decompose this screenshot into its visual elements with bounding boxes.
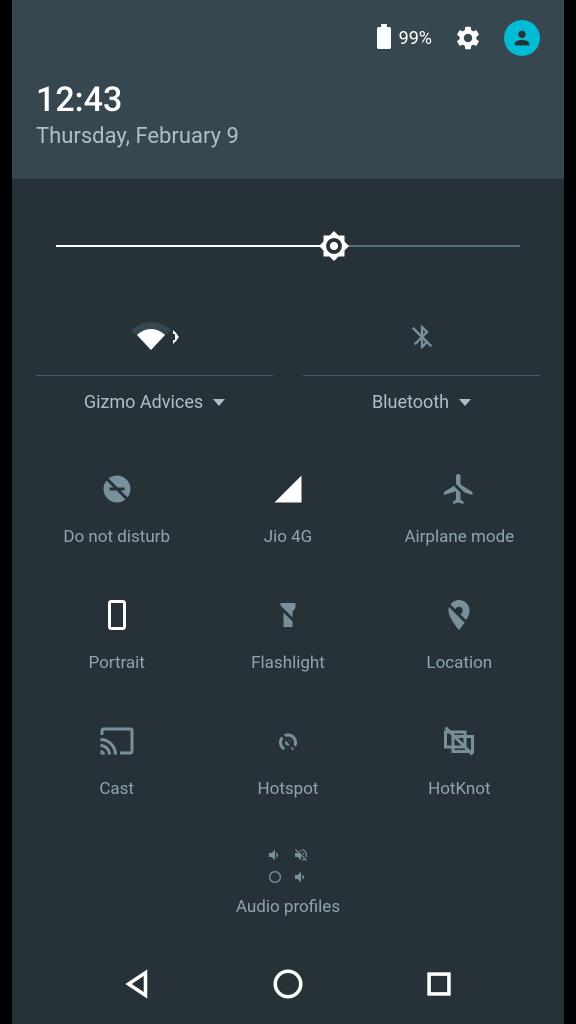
bluetooth-label-row[interactable]: Bluetooth bbox=[372, 392, 471, 413]
audio-profiles-tile[interactable]: Audio profiles bbox=[36, 847, 540, 917]
wifi-label-row[interactable]: Gizmo Advices bbox=[84, 392, 225, 413]
wide-tiles: Gizmo Advices Bluetooth bbox=[36, 317, 540, 413]
tile-grid: Do not disturb Jio 4G Airplane mode Port… bbox=[36, 469, 540, 799]
tile-label: Jio 4G bbox=[264, 527, 313, 547]
brightness-fill bbox=[56, 245, 334, 247]
flashlight-tile[interactable]: Flashlight bbox=[207, 595, 368, 673]
tile-label: Airplane mode bbox=[404, 527, 514, 547]
header: 99% 12:43 Thursday, February 9 bbox=[12, 0, 564, 179]
status-row: 99% bbox=[36, 20, 540, 56]
hotspot-tile[interactable]: Hotspot bbox=[207, 721, 368, 799]
hotspot-icon bbox=[270, 721, 306, 761]
bluetooth-tile[interactable]: Bluetooth bbox=[303, 317, 540, 413]
user-avatar-button[interactable] bbox=[504, 20, 540, 56]
audio-profiles-icon bbox=[267, 847, 309, 885]
home-button[interactable] bbox=[271, 967, 305, 1005]
location-tile[interactable]: Location bbox=[379, 595, 540, 673]
dnd-tile[interactable]: Do not disturb bbox=[36, 469, 197, 547]
settings-button[interactable] bbox=[454, 24, 482, 52]
tile-label: Flashlight bbox=[251, 653, 325, 673]
brightness-thumb-icon[interactable] bbox=[316, 228, 352, 264]
hotknot-tile[interactable]: HotKnot bbox=[379, 721, 540, 799]
recent-apps-button[interactable] bbox=[422, 967, 456, 1005]
signal-icon bbox=[270, 469, 306, 509]
cast-tile[interactable]: Cast bbox=[36, 721, 197, 799]
date[interactable]: Thursday, February 9 bbox=[36, 124, 540, 149]
wifi-tile[interactable]: Gizmo Advices bbox=[36, 317, 273, 413]
flashlight-icon bbox=[270, 595, 306, 635]
wifi-label: Gizmo Advices bbox=[84, 392, 203, 413]
hotknot-icon bbox=[441, 721, 477, 761]
tile-label: Hotspot bbox=[258, 779, 319, 799]
quick-settings-content: Gizmo Advices Bluetooth Do bbox=[12, 179, 564, 917]
brightness-slider[interactable] bbox=[56, 231, 520, 261]
portrait-icon bbox=[99, 595, 135, 635]
bluetooth-label: Bluetooth bbox=[372, 392, 449, 413]
tile-label: Portrait bbox=[88, 653, 144, 673]
chevron-down-icon bbox=[213, 399, 225, 406]
airplane-icon bbox=[441, 469, 477, 509]
tile-label: HotKnot bbox=[428, 779, 491, 799]
location-icon bbox=[441, 595, 477, 635]
back-button[interactable] bbox=[120, 967, 154, 1005]
clock[interactable]: 12:43 bbox=[36, 80, 540, 120]
chevron-down-icon bbox=[459, 399, 471, 406]
divider bbox=[303, 375, 540, 376]
tile-label: Cast bbox=[99, 779, 134, 799]
cellular-tile[interactable]: Jio 4G bbox=[207, 469, 368, 547]
wifi-icon bbox=[131, 317, 179, 357]
dnd-icon bbox=[99, 469, 135, 509]
tile-label: Audio profiles bbox=[236, 897, 340, 917]
bluetooth-icon bbox=[408, 317, 436, 357]
airplane-tile[interactable]: Airplane mode bbox=[379, 469, 540, 547]
battery-indicator: 99% bbox=[377, 27, 432, 49]
battery-icon bbox=[377, 27, 391, 49]
battery-percent: 99% bbox=[399, 28, 432, 49]
rotation-tile[interactable]: Portrait bbox=[36, 595, 197, 673]
quick-settings-panel: 99% 12:43 Thursday, February 9 bbox=[12, 0, 564, 1024]
tile-label: Location bbox=[426, 653, 492, 673]
navigation-bar bbox=[12, 948, 564, 1024]
divider bbox=[36, 375, 273, 376]
cast-icon bbox=[99, 721, 135, 761]
tile-label: Do not disturb bbox=[63, 527, 170, 547]
